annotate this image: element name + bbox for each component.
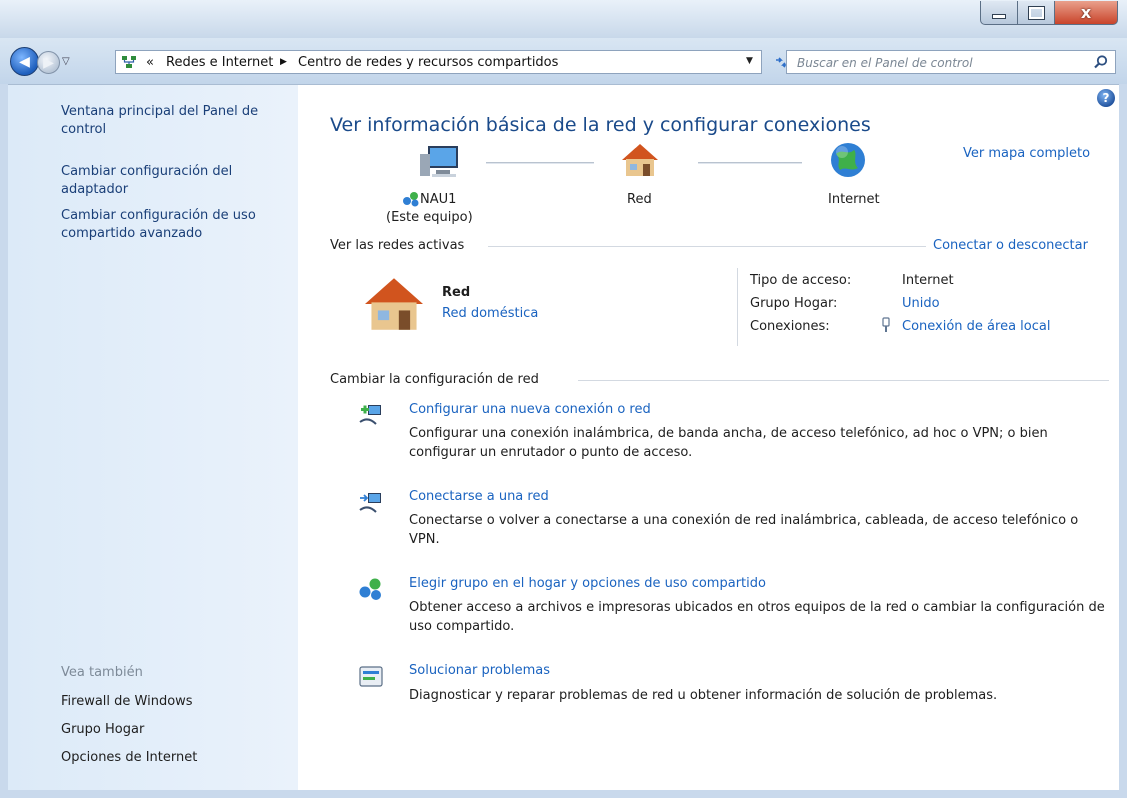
access-type-label: Tipo de acceso: bbox=[750, 273, 852, 288]
task-troubleshoot-link[interactable]: Solucionar problemas bbox=[409, 663, 550, 678]
sidebar-link-homegroup[interactable]: Grupo Hogar bbox=[61, 721, 296, 739]
close-button[interactable]: x bbox=[1054, 1, 1118, 25]
homegroup-small-icon bbox=[403, 192, 419, 207]
minimize-button[interactable] bbox=[980, 1, 1018, 25]
local-connection-link[interactable]: Conexión de área local bbox=[902, 319, 1050, 334]
vertical-divider bbox=[737, 268, 738, 346]
back-arrow-icon: ◀ bbox=[19, 53, 30, 70]
sidebar: Ventana principal del Panel de control C… bbox=[8, 85, 298, 790]
recent-pages-dropdown[interactable]: ▽ bbox=[62, 56, 74, 68]
see-also-heading: Vea también bbox=[61, 665, 143, 680]
homegroup-value-link[interactable]: Unido bbox=[902, 296, 940, 311]
task-homegroup-link[interactable]: Elegir grupo en el hogar y opciones de u… bbox=[409, 576, 766, 591]
computer-icon[interactable] bbox=[418, 144, 462, 180]
map-connector-line bbox=[698, 162, 802, 164]
sidebar-link-adapter-settings[interactable]: Cambiar configuración del adaptador bbox=[61, 163, 296, 199]
breadcrumb-redes-internet[interactable]: Redes e Internet bbox=[166, 55, 273, 70]
task-homegroup-desc: Obtener acceso a archivos e impresoras u… bbox=[409, 600, 1105, 634]
task-troubleshoot-desc: Diagnosticar y reparar problemas de red … bbox=[409, 688, 998, 703]
section-divider bbox=[488, 246, 926, 247]
chevron-down-icon[interactable]: ▼ bbox=[746, 56, 753, 66]
window-frame-right bbox=[1119, 84, 1127, 798]
task-new-connection-desc: Configurar una conexión inalámbrica, de … bbox=[409, 426, 1048, 460]
help-icon[interactable]: ? bbox=[1097, 89, 1115, 107]
task-connect-network-desc: Conectarse o volver a conectarse a una c… bbox=[409, 513, 1079, 547]
connect-disconnect-link[interactable]: Conectar o desconectar bbox=[933, 238, 1088, 253]
ethernet-plug-icon bbox=[882, 317, 890, 332]
forward-button[interactable]: ▶ bbox=[37, 51, 60, 74]
troubleshoot-icon[interactable] bbox=[358, 664, 384, 690]
close-icon: x bbox=[1080, 3, 1092, 22]
computer-sub-label: (Este equipo) bbox=[386, 210, 473, 225]
search-input[interactable] bbox=[795, 54, 1079, 72]
new-connection-icon[interactable] bbox=[358, 402, 384, 428]
window-frame-bottom bbox=[0, 790, 1127, 798]
breadcrumb-separator-icon[interactable]: ▶ bbox=[280, 57, 287, 67]
window-frame-left bbox=[0, 84, 8, 798]
home-network-icon[interactable] bbox=[620, 142, 660, 178]
section-divider bbox=[578, 380, 1109, 381]
forward-arrow-icon: ▶ bbox=[43, 54, 54, 71]
network-label: Red bbox=[627, 192, 652, 207]
homegroup-label: Grupo Hogar: bbox=[750, 296, 838, 311]
internet-globe-icon[interactable] bbox=[828, 140, 868, 180]
task-connect-network-link[interactable]: Conectarse a una red bbox=[409, 489, 549, 504]
active-network-name: Red bbox=[442, 285, 471, 300]
access-type-value: Internet bbox=[902, 273, 954, 288]
network-type-link[interactable]: Red doméstica bbox=[442, 306, 538, 321]
task-new-connection-link[interactable]: Configurar una nueva conexión o red bbox=[409, 402, 651, 417]
breadcrumb[interactable]: « Redes e Internet ▶ Centro de redes y r… bbox=[115, 50, 762, 74]
sidebar-link-advanced-sharing[interactable]: Cambiar configuración de uso compartido … bbox=[61, 207, 296, 243]
title-bar: x bbox=[0, 0, 1127, 38]
back-button[interactable]: ◀ bbox=[10, 47, 39, 76]
sidebar-link-internet-options[interactable]: Opciones de Internet bbox=[61, 749, 296, 767]
network-center-icon bbox=[122, 56, 136, 68]
connect-network-icon[interactable] bbox=[358, 490, 384, 516]
sidebar-link-control-panel-home[interactable]: Ventana principal del Panel de control bbox=[61, 103, 296, 139]
computer-name-label: NAU1 bbox=[420, 192, 457, 207]
sidebar-link-firewall[interactable]: Firewall de Windows bbox=[61, 693, 296, 711]
breadcrumb-centro-redes[interactable]: Centro de redes y recursos compartidos bbox=[298, 55, 558, 70]
connections-label: Conexiones: bbox=[750, 319, 830, 334]
page-title: Ver información básica de la red y confi… bbox=[330, 114, 871, 136]
breadcrumb-overflow[interactable]: « bbox=[146, 55, 154, 70]
full-map-link[interactable]: Ver mapa completo bbox=[963, 146, 1090, 161]
maximize-icon bbox=[1028, 6, 1044, 19]
search-icon[interactable] bbox=[1093, 54, 1109, 70]
minimize-icon bbox=[992, 14, 1006, 19]
home-network-large-icon[interactable] bbox=[358, 275, 430, 333]
map-connector-line bbox=[486, 162, 594, 164]
maximize-button[interactable] bbox=[1017, 1, 1055, 25]
change-settings-heading: Cambiar la configuración de red bbox=[330, 372, 539, 387]
active-networks-heading: Ver las redes activas bbox=[330, 238, 465, 253]
internet-label: Internet bbox=[828, 192, 880, 207]
search-box[interactable] bbox=[786, 50, 1116, 74]
homegroup-icon[interactable] bbox=[358, 576, 384, 602]
